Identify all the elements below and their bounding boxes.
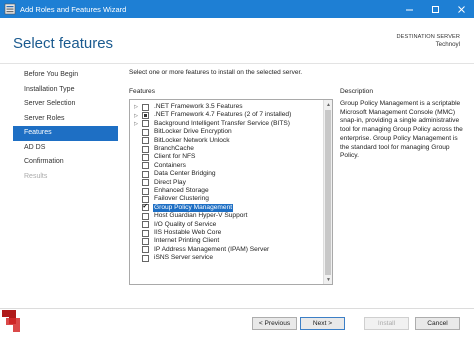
scroll-down-icon[interactable]: ▼ bbox=[324, 275, 332, 284]
feature-row[interactable]: ▷ Background Intelligent Transfer Service… bbox=[130, 120, 320, 128]
feature-label[interactable]: Background Intelligent Transfer Service … bbox=[153, 120, 291, 128]
feature-checkbox[interactable] bbox=[142, 229, 149, 237]
feature-checkbox[interactable] bbox=[142, 221, 149, 229]
feature-row[interactable]: ▷ .NET Framework 4.7 Features (2 of 7 ins… bbox=[130, 111, 320, 120]
window-title: Add Roles and Features Wizard bbox=[20, 4, 127, 14]
nav-item-server-roles[interactable]: Server Roles bbox=[13, 112, 118, 127]
close-icon[interactable] bbox=[448, 0, 474, 18]
feature-row[interactable]: BitLocker Drive Encryption bbox=[130, 128, 320, 136]
nav-item-installation-type[interactable]: Installation Type bbox=[13, 83, 118, 98]
feature-label[interactable]: I/O Quality of Service bbox=[153, 221, 217, 229]
feature-label[interactable]: Data Center Bridging bbox=[153, 170, 217, 178]
feature-checkbox[interactable] bbox=[142, 254, 149, 262]
nav-item-server-selection[interactable]: Server Selection bbox=[13, 97, 118, 112]
nav-item-features[interactable]: Features bbox=[13, 126, 118, 141]
features-heading: Features bbox=[129, 88, 156, 95]
feature-checkbox[interactable] bbox=[142, 212, 149, 220]
feature-label[interactable]: Client for NFS bbox=[153, 153, 196, 161]
expand-arrow-icon[interactable]: ▷ bbox=[133, 103, 139, 111]
feature-label[interactable]: Host Guardian Hyper-V Support bbox=[153, 212, 248, 220]
scroll-up-icon[interactable]: ▲ bbox=[324, 100, 332, 109]
feature-label[interactable]: Enhanced Storage bbox=[153, 187, 210, 195]
wizard-nav: Before You Begin Installation Type Server … bbox=[13, 68, 118, 184]
nav-item-ad-ds[interactable]: AD DS bbox=[13, 141, 118, 156]
feature-label[interactable]: BitLocker Drive Encryption bbox=[153, 128, 233, 136]
feature-checkbox[interactable] bbox=[142, 154, 149, 162]
feature-row[interactable]: Client for NFS bbox=[130, 153, 320, 162]
feature-label[interactable]: Internet Printing Client bbox=[153, 237, 220, 245]
feature-row[interactable]: Failover Clustering bbox=[130, 195, 320, 204]
feature-row[interactable]: IIS Hostable Web Core bbox=[130, 229, 320, 237]
feature-label[interactable]: Group Policy Management bbox=[153, 203, 234, 213]
feature-checkbox[interactable] bbox=[142, 120, 149, 128]
feature-checkbox[interactable] bbox=[142, 187, 149, 195]
page-title: Select features bbox=[13, 35, 114, 52]
feature-row[interactable]: Enhanced Storage bbox=[130, 187, 320, 195]
feature-checkbox[interactable] bbox=[142, 103, 149, 111]
feature-description: Group Policy Management is a scriptable … bbox=[340, 100, 463, 160]
feature-label[interactable]: BranchCache bbox=[153, 145, 195, 153]
feature-checkbox[interactable] bbox=[142, 170, 149, 178]
nav-item-results: Results bbox=[24, 172, 48, 180]
title-bar: Add Roles and Features Wizard bbox=[0, 0, 474, 18]
feature-row[interactable]: Direct Play bbox=[130, 179, 320, 187]
install-button[interactable]: Install bbox=[364, 317, 409, 330]
feature-checkbox[interactable] bbox=[142, 137, 149, 145]
feature-checkbox[interactable] bbox=[142, 112, 149, 120]
feature-label[interactable]: IP Address Management (IPAM) Server bbox=[153, 246, 270, 254]
feature-checkbox[interactable] bbox=[142, 238, 149, 246]
maximize-icon[interactable] bbox=[422, 0, 448, 18]
feature-row[interactable]: Containers bbox=[130, 162, 320, 170]
previous-button[interactable]: < Previous bbox=[252, 317, 297, 330]
minimize-icon[interactable] bbox=[396, 0, 422, 18]
destination-server-label: DESTINATION SERVER bbox=[396, 34, 460, 40]
feature-row[interactable]: Data Center Bridging bbox=[130, 170, 320, 178]
feature-label[interactable]: iSNS Server service bbox=[153, 254, 214, 262]
feature-row[interactable]: Group Policy Management bbox=[130, 202, 320, 213]
feature-checkbox[interactable] bbox=[142, 179, 149, 187]
features-scrollbar[interactable]: ▲ ▼ bbox=[323, 100, 332, 284]
nav-item-before-you-begin[interactable]: Before You Begin bbox=[13, 68, 118, 83]
feature-row[interactable]: iSNS Server service bbox=[130, 254, 320, 262]
feature-label[interactable]: BitLocker Network Unlock bbox=[153, 137, 231, 145]
feature-row[interactable]: Host Guardian Hyper-V Support bbox=[130, 212, 320, 220]
feature-label[interactable]: Failover Clustering bbox=[153, 195, 210, 203]
features-list[interactable]: ▲ ▼ ▷ .NET Framework 3.5 Features ▷ .NET Fr… bbox=[129, 99, 333, 285]
scroll-thumb[interactable] bbox=[325, 110, 331, 275]
feature-label[interactable]: .NET Framework 3.5 Features bbox=[153, 103, 244, 111]
expand-arrow-icon[interactable]: ▷ bbox=[133, 120, 139, 128]
feature-checkbox[interactable] bbox=[142, 246, 149, 254]
window-controls bbox=[396, 0, 474, 18]
feature-checkbox[interactable] bbox=[142, 128, 149, 136]
wizard-header: Select features DESTINATION SERVER Techn… bbox=[0, 18, 474, 64]
feature-row[interactable]: I/O Quality of Service bbox=[130, 221, 320, 229]
wizard-app-icon bbox=[4, 3, 16, 15]
feature-row[interactable]: BitLocker Network Unlock bbox=[130, 137, 320, 145]
feature-row[interactable]: BranchCache bbox=[130, 145, 320, 153]
feature-checkbox[interactable] bbox=[142, 162, 149, 170]
footer-divider bbox=[0, 308, 474, 309]
feature-checkbox[interactable] bbox=[142, 145, 149, 153]
feature-label[interactable]: Containers bbox=[153, 162, 187, 170]
feature-row[interactable]: ▷ .NET Framework 3.5 Features bbox=[130, 103, 320, 111]
feature-row[interactable]: IP Address Management (IPAM) Server bbox=[130, 246, 320, 254]
expand-arrow-icon[interactable]: ▷ bbox=[133, 111, 139, 119]
description-heading: Description bbox=[340, 88, 373, 95]
nav-item-confirmation[interactable]: Confirmation bbox=[13, 155, 118, 170]
destination-server-name: Technoyl bbox=[435, 41, 460, 48]
feature-label[interactable]: IIS Hostable Web Core bbox=[153, 229, 222, 237]
feature-label[interactable]: Direct Play bbox=[153, 179, 187, 187]
feature-checkbox[interactable] bbox=[142, 202, 149, 212]
next-button[interactable]: Next > bbox=[300, 317, 345, 330]
cancel-button[interactable]: Cancel bbox=[415, 317, 460, 330]
instruction-text: Select one or more features to install o… bbox=[129, 69, 303, 76]
feature-label[interactable]: .NET Framework 4.7 Features (2 of 7 inst… bbox=[153, 111, 292, 119]
logo-icon bbox=[2, 310, 20, 332]
feature-row[interactable]: Internet Printing Client bbox=[130, 237, 320, 246]
